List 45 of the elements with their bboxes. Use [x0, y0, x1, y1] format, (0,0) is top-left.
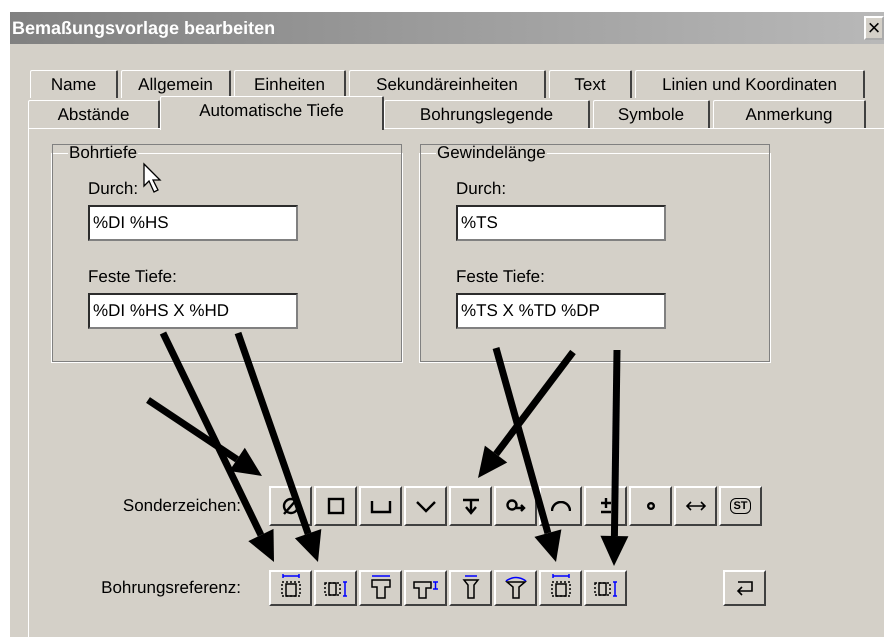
input-field[interactable]: %TS — [456, 205, 666, 241]
hole-reference-button[interactable] — [314, 570, 357, 606]
field-label: Feste Tiefe: — [88, 267, 177, 287]
hole-reference-button[interactable] — [539, 570, 582, 606]
input-field[interactable]: %DI %HS — [88, 205, 298, 241]
window-title: Bemaßungsvorlage bearbeiten — [12, 18, 276, 38]
mouse-pointer-icon — [143, 162, 162, 193]
close-button[interactable]: × — [864, 16, 884, 40]
tab[interactable]: Sekundäreinheiten — [349, 70, 546, 98]
hole-reference-button[interactable] — [359, 570, 402, 606]
tab[interactable]: Einheiten — [234, 70, 346, 98]
tab[interactable]: Automatische Tiefe — [160, 96, 384, 130]
row-label: Sonderzeichen: — [122, 496, 242, 516]
group-title: Bohrtiefe — [68, 143, 138, 163]
symbol-button[interactable] — [314, 486, 357, 526]
symbol-button[interactable] — [629, 486, 672, 526]
tab[interactable]: Linien und Koordinaten — [635, 70, 865, 98]
tab[interactable]: Allgemein — [121, 70, 231, 98]
symbol-button[interactable] — [359, 486, 402, 526]
group-title: Gewindelänge — [436, 143, 547, 163]
tab[interactable]: Name — [30, 70, 118, 98]
arc-icon — [550, 500, 570, 512]
symbol-button[interactable] — [449, 486, 492, 526]
hole-reference-button[interactable] — [494, 570, 537, 606]
symbol-button[interactable] — [494, 486, 537, 526]
field-label: Feste Tiefe: — [456, 267, 545, 287]
input-field[interactable]: %DI %HS X %HD — [88, 293, 298, 329]
row-label: Bohrungsreferenz: — [100, 578, 242, 598]
hole-reference-button[interactable] — [449, 570, 492, 606]
symbol-button[interactable]: ST — [719, 486, 762, 526]
symbol-button[interactable] — [674, 486, 717, 526]
field-label: Durch: — [456, 179, 506, 199]
tab[interactable]: Abstände — [28, 100, 160, 128]
symbol-button[interactable] — [404, 486, 447, 526]
hole-reference-button[interactable] — [404, 570, 447, 606]
return-button[interactable] — [723, 570, 766, 606]
field-label: Durch: — [88, 179, 138, 199]
input-field[interactable]: %TS X %TD %DP — [456, 293, 666, 329]
tab[interactable]: Anmerkung — [713, 100, 866, 128]
hole-reference-button[interactable] — [269, 570, 312, 606]
tab[interactable]: Text — [549, 70, 632, 98]
tab[interactable]: Bohrungslegende — [384, 100, 590, 128]
degree-icon — [646, 502, 654, 510]
hole-reference-button[interactable] — [584, 570, 627, 606]
tab[interactable]: Symbole — [593, 100, 710, 128]
